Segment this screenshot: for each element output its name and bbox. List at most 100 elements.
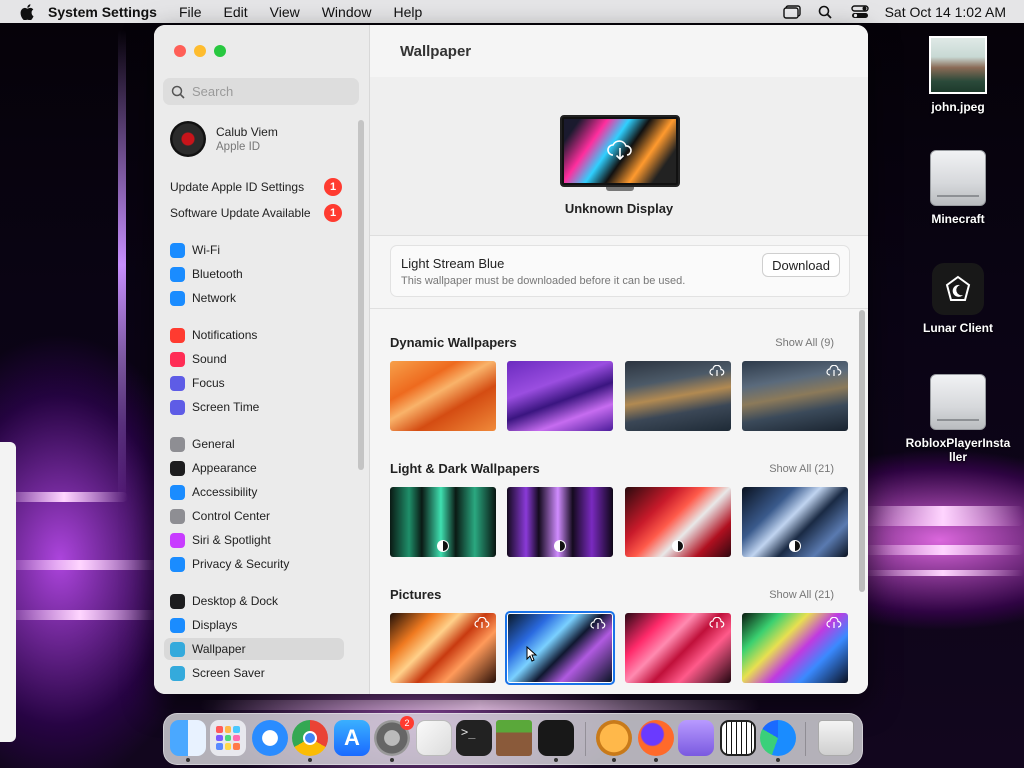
wallpaper-thumbnail[interactable] (390, 487, 496, 557)
background-window-edge[interactable] (0, 442, 16, 742)
apple-logo-icon[interactable] (20, 3, 34, 20)
sidebar-item-screen-time[interactable]: Screen Time (164, 396, 344, 418)
cloud-download-icon (709, 617, 725, 628)
menu-window[interactable]: Window (322, 4, 372, 20)
show-all-dynamic-button[interactable]: Show All (9) (775, 337, 834, 349)
sidebar-item-label: Privacy & Security (192, 557, 290, 571)
menu-clock[interactable]: Sat Oct 14 1:02 AM (885, 4, 1006, 20)
monitor-preview (560, 115, 680, 187)
wallpaper-thumbnail[interactable] (742, 613, 848, 683)
sidebar-item-siri-spotlight[interactable]: Siri & Spotlight (164, 529, 344, 551)
menu-edit[interactable]: Edit (224, 4, 248, 20)
gear-icon (170, 436, 185, 452)
sidebar-item-wallpaper[interactable]: Wallpaper (164, 638, 344, 660)
show-all-light-dark-button[interactable]: Show All (21) (769, 463, 834, 475)
dock-piano-icon[interactable] (720, 720, 756, 756)
dock-app-store-icon[interactable]: A (334, 720, 370, 756)
wallpaper-thumbnail[interactable] (625, 613, 731, 683)
wallpaper-thumbnail[interactable] (742, 487, 848, 557)
dark-mode-icon (672, 540, 684, 552)
sidebar-item-label: Control Center (192, 509, 271, 523)
menu-app-name[interactable]: System Settings (48, 4, 157, 20)
dock-lunar-client-icon[interactable] (538, 720, 574, 762)
wallpaper-download-note: This wallpaper must be downloaded before… (401, 275, 686, 287)
dock-firefox-icon[interactable] (638, 720, 674, 762)
sidebar-item-focus[interactable]: Focus (164, 372, 344, 394)
sidebar-item-screen-saver[interactable]: Screen Saver (164, 662, 344, 684)
sidebar-item-label: Sound (192, 352, 227, 366)
sidebar-item-appearance[interactable]: Appearance (164, 457, 344, 479)
sidebar-item-notifications[interactable]: Notifications (164, 324, 344, 346)
zoom-window-button[interactable] (214, 45, 226, 57)
sidebar-item-sound[interactable]: Sound (164, 348, 344, 370)
wallpaper-streak (200, 700, 760, 710)
dock-system-settings-icon[interactable]: 2 (374, 716, 414, 762)
sidebar-item-network[interactable]: Network (164, 287, 344, 309)
desktop-icon-minecraft[interactable]: Minecraft (903, 150, 1013, 226)
software-update-available[interactable]: Software Update Available 1 (170, 204, 342, 222)
download-button[interactable]: Download (762, 253, 840, 277)
dock-finder-icon[interactable] (170, 720, 206, 762)
desktop-icon-roblox-installer[interactable]: RobloxPlayerInstaller (903, 374, 1013, 464)
network-icon (170, 290, 185, 306)
spotlight-search-icon[interactable] (817, 5, 835, 19)
window-controls (174, 45, 226, 57)
sidebar-item-wi-fi[interactable]: Wi-Fi (164, 239, 344, 261)
apple-id-profile[interactable]: Calub Viem Apple ID (170, 121, 278, 157)
wallpaper-thumbnail[interactable] (507, 487, 613, 557)
wallpaper-streak (862, 570, 1024, 576)
dock-launchpad-icon[interactable] (210, 720, 246, 756)
dock-chrome-icon[interactable] (292, 720, 328, 762)
sidebar-item-label: Siri & Spotlight (192, 533, 271, 547)
dock-edge-icon[interactable] (760, 720, 796, 762)
wallpaper-thumbnail[interactable] (625, 361, 731, 431)
screen-time-icon (170, 399, 185, 415)
sidebar-item-general[interactable]: General (164, 433, 344, 455)
update-apple-id-settings[interactable]: Update Apple ID Settings 1 (170, 178, 342, 196)
sidebar-item-label: Network (192, 291, 237, 305)
sidebar-item-displays[interactable]: Displays (164, 614, 344, 636)
close-window-button[interactable] (174, 45, 186, 57)
wallpaper-thumbnail[interactable] (390, 361, 496, 431)
wallpaper-streak (862, 506, 1024, 526)
wallpaper-thumbnail[interactable] (625, 487, 731, 557)
sidebar-item-label: Wallpaper (192, 642, 246, 656)
sidebar-item-bluetooth[interactable]: Bluetooth (164, 263, 344, 285)
sidebar-item-control-center[interactable]: Control Center (164, 505, 344, 527)
dock-safari-icon[interactable] (252, 720, 288, 756)
desktop-icon-lunar-client[interactable]: Lunar Client (903, 263, 1013, 335)
dock-terminal-icon[interactable]: >_ (456, 720, 492, 756)
search-icon (171, 85, 185, 99)
show-all-pictures-button[interactable]: Show All (21) (769, 589, 834, 601)
stage-manager-icon[interactable] (782, 4, 801, 19)
wallpaper-streak (0, 560, 160, 570)
desktop-icon-label: Lunar Client (922, 321, 993, 335)
sidebar-item-label: Screen Saver (192, 666, 265, 680)
dock-downloads-icon[interactable] (596, 720, 632, 762)
siri-icon (170, 532, 185, 548)
wallpaper-thumbnail[interactable] (390, 613, 496, 683)
menu-file[interactable]: File (179, 4, 202, 20)
sidebar-item-privacy-security[interactable]: Privacy & Security (164, 553, 344, 575)
sidebar-item-label: Displays (192, 618, 238, 632)
sidebar-scrollbar[interactable] (358, 120, 364, 470)
sidebar-item-label: Bluetooth (192, 267, 243, 281)
dock-textedit-icon[interactable] (416, 720, 452, 756)
display-preview: Unknown Display (370, 77, 868, 236)
dark-mode-icon (437, 540, 449, 552)
dock-folder-icon[interactable] (678, 720, 714, 756)
wallpaper-thumbnail-selected[interactable] (505, 611, 615, 685)
wallpaper-thumbnail[interactable] (742, 361, 848, 431)
menu-view[interactable]: View (270, 4, 300, 20)
sidebar-item-accessibility[interactable]: Accessibility (164, 481, 344, 503)
gallery-scrollbar[interactable] (859, 310, 865, 592)
search-input[interactable]: Search (163, 78, 359, 105)
minimize-window-button[interactable] (194, 45, 206, 57)
wallpaper-thumbnail[interactable] (507, 361, 613, 431)
menu-help[interactable]: Help (394, 4, 423, 20)
dock-minecraft-icon[interactable] (496, 720, 532, 756)
control-center-icon[interactable] (850, 4, 869, 19)
desktop-icon-john-jpeg[interactable]: john.jpeg (903, 36, 1013, 114)
dock-trash-icon[interactable] (818, 720, 854, 756)
sidebar-item-desktop-dock[interactable]: Desktop & Dock (164, 590, 344, 612)
